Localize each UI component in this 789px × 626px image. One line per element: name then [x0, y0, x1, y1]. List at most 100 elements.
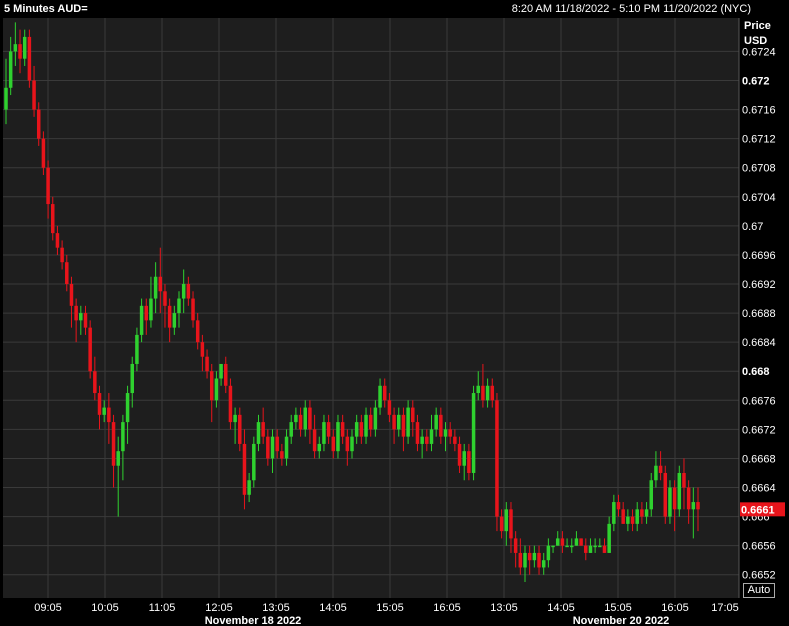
candle-body	[111, 422, 116, 466]
candle-body	[499, 516, 504, 532]
candle-body	[252, 443, 256, 481]
candle-body	[336, 422, 340, 452]
candle-body	[598, 545, 602, 548]
candle-body	[392, 414, 396, 430]
candle-body	[668, 487, 672, 517]
candle-body	[593, 545, 597, 548]
candle-body	[420, 436, 424, 444]
candle-body	[635, 509, 639, 524]
candle-body	[560, 538, 565, 546]
candle-body	[378, 385, 382, 408]
candle-body	[312, 429, 317, 452]
candle-body	[4, 87, 8, 110]
candle-body	[177, 298, 181, 314]
auto-scale-button[interactable]: Auto	[743, 583, 775, 598]
candlestick-chart[interactable]: 0.6724 0.672 0.6716 0.6712 0.6708 0.6704 0.67 0…	[0, 0, 789, 626]
candle-body	[453, 436, 457, 444]
y-tick-label: 0.672	[742, 76, 770, 88]
candle-body	[158, 276, 163, 292]
candle-body	[616, 502, 621, 510]
candle-body	[270, 436, 275, 459]
candle-body	[532, 552, 537, 561]
candle-body	[51, 204, 55, 234]
candle-body	[289, 422, 293, 437]
candle-body	[439, 414, 443, 437]
candle-body	[149, 298, 153, 321]
candle-body	[326, 422, 331, 437]
candle-body	[415, 422, 420, 444]
candle-body	[677, 472, 682, 510]
candle-body	[537, 552, 541, 568]
candle-body	[588, 545, 593, 553]
x-tick-label: 16:05	[661, 602, 689, 614]
candle-body	[640, 509, 644, 517]
candle-body	[41, 138, 46, 168]
candle-body	[121, 422, 125, 452]
candle-body	[462, 451, 466, 466]
candle-body	[181, 284, 186, 299]
candle-body	[22, 36, 27, 59]
candle-body	[602, 545, 607, 553]
candle-body	[457, 443, 462, 466]
y-tick-label: 0.6664	[742, 483, 776, 495]
candle-body	[368, 414, 373, 430]
candle-body	[27, 36, 32, 81]
candle-body	[649, 480, 653, 510]
y-axis-title: USD	[744, 35, 767, 47]
candle-body	[102, 407, 106, 415]
y-tick-label: 0.67	[742, 221, 763, 233]
y-tick-label: 0.6672	[742, 424, 776, 436]
candle-body	[546, 545, 551, 561]
candle-body	[322, 422, 326, 444]
y-tick-label: 0.6668	[742, 453, 776, 465]
candle-body	[340, 422, 345, 437]
candle-body	[36, 109, 41, 139]
candle-body	[256, 422, 261, 444]
candle-body	[261, 422, 265, 437]
y-tick-label: 0.6704	[742, 192, 776, 204]
y-tick-label: 0.6692	[742, 279, 776, 291]
candle-body	[359, 422, 364, 437]
candle-body	[490, 385, 495, 401]
candle-body	[116, 451, 120, 466]
candle-body	[584, 545, 588, 553]
candle-body	[570, 545, 574, 548]
candle-body	[139, 305, 144, 335]
candle-body	[555, 538, 560, 546]
candle-body	[284, 436, 289, 459]
candle-body	[195, 320, 200, 343]
y-tick-label: 0.6688	[742, 308, 776, 320]
candle-body	[93, 371, 97, 394]
candle-body	[354, 422, 359, 437]
candle-body	[214, 378, 219, 401]
candle-body	[200, 342, 205, 357]
x-tick-label: 15:05	[376, 602, 404, 614]
candle-body	[607, 523, 611, 553]
candle-body	[658, 465, 663, 473]
candle-body	[527, 552, 532, 561]
candle-body	[495, 400, 499, 517]
candle-body	[55, 233, 60, 248]
candle-body	[691, 502, 696, 510]
x-tick-label: 15:05	[604, 602, 632, 614]
candle-body	[32, 80, 36, 110]
candle-body	[621, 509, 625, 524]
candle-body	[541, 560, 546, 568]
candle-body	[434, 414, 438, 430]
candle-body	[209, 371, 214, 401]
candle-body	[476, 385, 480, 394]
x-tick-label: 13:05	[490, 602, 518, 614]
candle-body	[144, 305, 149, 321]
candle-body	[266, 436, 270, 459]
y-tick-label: 0.668	[742, 366, 770, 378]
candle-body	[411, 407, 415, 423]
candle-body	[88, 327, 92, 372]
candle-body	[481, 385, 485, 401]
plot-area	[3, 18, 739, 598]
x-tick-label: 12:05	[205, 602, 233, 614]
candle-body	[509, 509, 513, 539]
candle-body	[125, 393, 130, 423]
y-axis-title: Price	[744, 20, 771, 32]
candle-body	[443, 429, 448, 437]
candle-body	[65, 262, 69, 285]
